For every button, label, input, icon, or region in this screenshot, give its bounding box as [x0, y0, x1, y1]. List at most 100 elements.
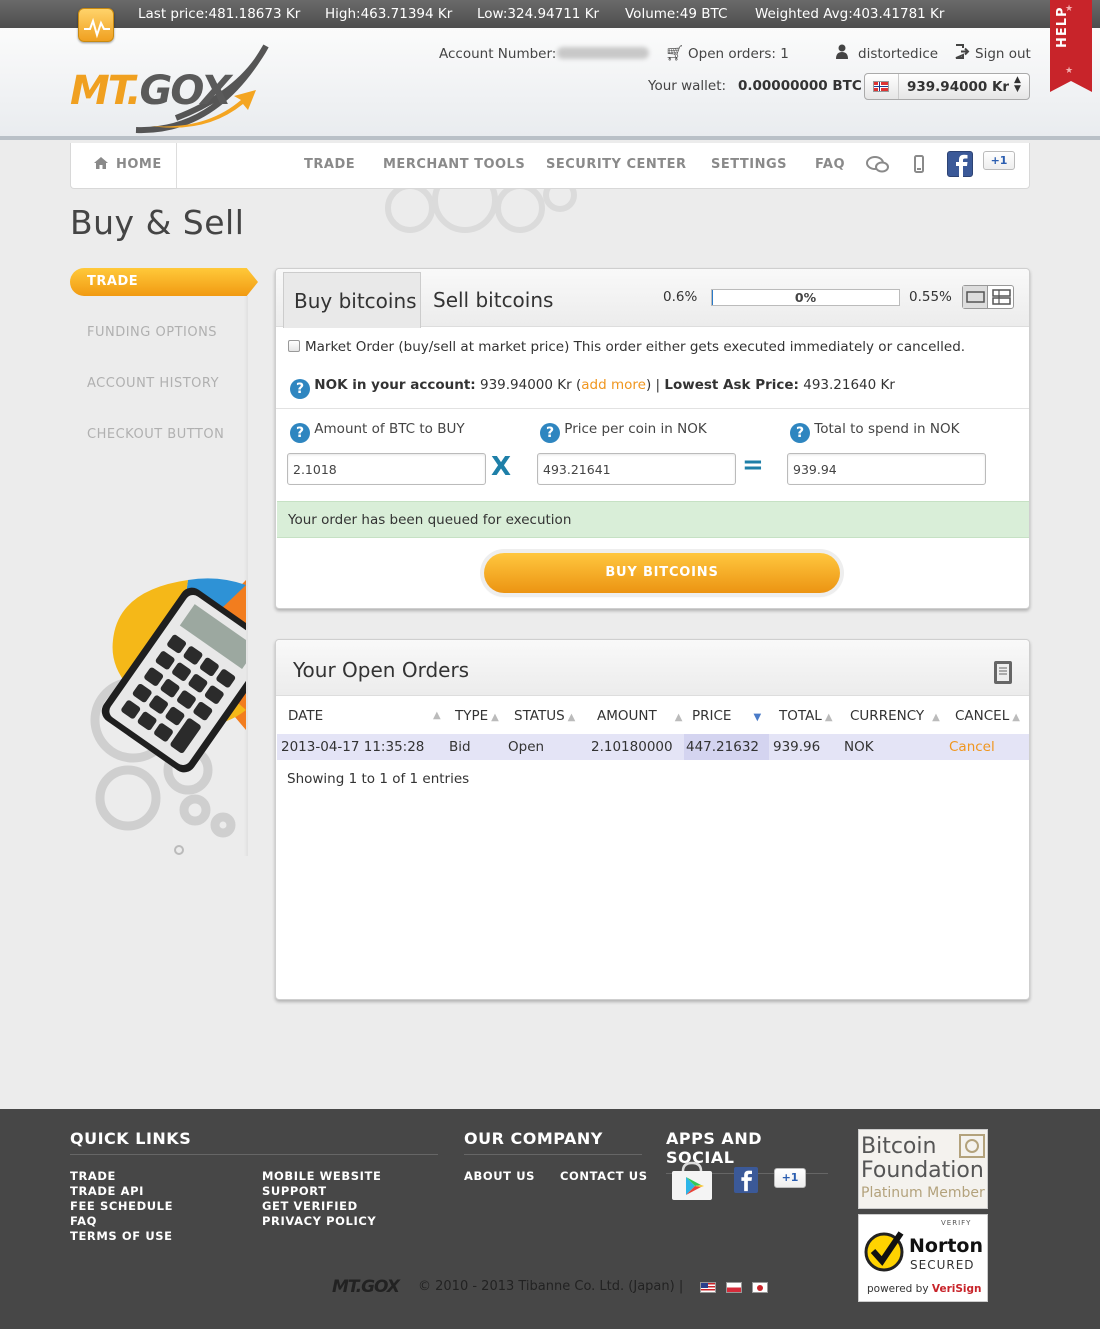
sign-out-icon [955, 44, 970, 59]
price-label: Price per coin in NOK [564, 421, 707, 437]
help-ribbon[interactable]: ★ HELP ★ [1050, 0, 1092, 92]
lowest-ask-label: Lowest Ask Price: [664, 377, 799, 393]
total-input[interactable]: 939.94 [787, 453, 986, 485]
sidebar-item-checkout-button[interactable]: CHECKOUT BUTTON [87, 427, 224, 442]
trade-panel: Buy bitcoins Sell bitcoins 0.6% 0% 0.55%… [275, 268, 1030, 609]
norway-flag-icon [873, 81, 889, 92]
nav-faq[interactable]: FAQ [815, 157, 845, 172]
help-question-icon[interactable]: ? [290, 379, 310, 399]
footer-link-faq[interactable]: FAQ [70, 1214, 97, 1229]
footer-link-fee-schedule[interactable]: FEE SCHEDULE [70, 1199, 173, 1214]
help-question-icon[interactable]: ? [790, 423, 810, 443]
order-amount: 2.10180000 [591, 739, 673, 755]
column-header-price[interactable]: PRICE ▼ [692, 708, 761, 724]
poland-flag-icon[interactable] [726, 1282, 742, 1293]
norton-checkmark-icon [863, 1231, 905, 1273]
single-layout-icon[interactable] [963, 286, 988, 308]
chat-icon[interactable] [866, 156, 890, 174]
ticker-low: Low:324.94711 Kr [477, 6, 600, 22]
fee-progress-label: 0% [794, 290, 817, 305]
main-nav: HOME TRADE MERCHANT TOOLS SECURITY CENTE… [70, 143, 1030, 189]
username-link[interactable]: distortedice [858, 46, 938, 62]
column-header-total[interactable]: TOTAL ▲ [779, 708, 833, 724]
order-currency: NOK [844, 739, 874, 755]
column-header-date[interactable]: DATE ▲ [288, 708, 441, 724]
layout-toggle[interactable] [962, 285, 1014, 309]
tab-sell-bitcoins[interactable]: Sell bitcoins [433, 288, 553, 312]
order-price: 447.21632 [686, 739, 760, 755]
bitcoin-foundation-badge[interactable]: Bitcoin Foundation Platinum Member [858, 1129, 988, 1209]
ticker-last-price: Last price:481.18673 Kr [138, 6, 301, 22]
footer-logo: MT.GOX [332, 1277, 400, 1297]
column-header-cancel[interactable]: CANCEL ▲ [955, 708, 1020, 724]
fee-progress-bar: 0% [711, 289, 900, 306]
document-icon[interactable] [992, 660, 1014, 685]
nav-settings[interactable]: SETTINGS [711, 157, 787, 172]
sort-icon: ▲ [567, 712, 576, 723]
chart-icon[interactable] [78, 8, 114, 42]
total-label-group: ? Total to spend in NOK [790, 421, 959, 443]
footer-link-trade-api[interactable]: TRADE API [70, 1184, 144, 1199]
column-header-currency[interactable]: CURRENCY ▲ [850, 708, 940, 724]
nav-merchant-tools[interactable]: MERCHANT TOOLS [383, 157, 525, 172]
footer-link-support[interactable]: SUPPORT [262, 1184, 327, 1199]
facebook-icon[interactable] [947, 151, 973, 177]
market-order-checkbox[interactable] [288, 340, 300, 352]
google-play-icon[interactable] [670, 1161, 714, 1201]
add-more-link[interactable]: add more [581, 377, 646, 393]
mtgox-logo[interactable]: MT.GOX [66, 38, 276, 138]
help-question-icon[interactable]: ? [540, 423, 560, 443]
buy-bitcoins-button[interactable]: BUY BITCOINS [484, 553, 840, 593]
price-input[interactable]: 493.21641 [537, 453, 736, 485]
us-flag-icon[interactable] [700, 1282, 716, 1293]
sidebar-item-trade[interactable]: TRADE [70, 268, 258, 296]
norton-secured-badge[interactable]: VERIFY Norton SECURED powered by VeriSig… [858, 1214, 988, 1302]
footer-link-mobile-website[interactable]: MOBILE WEBSITE [262, 1169, 381, 1184]
balance-value: 939.94000 Kr ( [479, 377, 582, 393]
footer-link-trade[interactable]: TRADE [70, 1169, 116, 1184]
split-layout-icon[interactable] [989, 286, 1014, 308]
footer-link-privacy-policy[interactable]: PRIVACY POLICY [262, 1214, 376, 1229]
wallet-currency-select[interactable]: 939.94000 Kr ▲ ▼ [864, 73, 1030, 100]
wallet-label: Your wallet: [648, 78, 727, 94]
sidebar-item-funding-options[interactable]: FUNDING OPTIONS [87, 325, 217, 340]
table-info: Showing 1 to 1 of 1 entries [287, 771, 470, 787]
nav-trade[interactable]: TRADE [304, 157, 355, 172]
footer-quick-links-title: QUICK LINKS [70, 1129, 438, 1155]
sort-icon: ▲ [1012, 712, 1020, 723]
sort-icon: ▲ [491, 712, 499, 723]
google-plus-one-button[interactable]: +1 [774, 1168, 806, 1188]
column-header-status[interactable]: STATUS ▲ [514, 708, 575, 724]
open-orders-link[interactable]: Open orders: 1 [688, 46, 789, 62]
foundation-seal-icon [959, 1134, 985, 1158]
sign-out-link[interactable]: Sign out [975, 46, 1031, 62]
google-plus-one-button[interactable]: +1 [983, 151, 1015, 170]
amount-label-group: ? Amount of BTC to BUY [290, 421, 465, 443]
basket-icon: 🛒︎ [665, 44, 685, 62]
column-header-type[interactable]: TYPE ▲ [455, 708, 499, 724]
column-header-amount[interactable]: AMOUNT ▲ [597, 708, 682, 724]
site-footer: QUICK LINKS TRADE TRADE API FEE SCHEDULE… [0, 1109, 1100, 1329]
help-question-icon[interactable]: ? [290, 423, 310, 443]
nav-home-label: HOME [116, 157, 162, 172]
nav-security-center[interactable]: SECURITY CENTER [546, 157, 687, 172]
footer-link-contact-us[interactable]: CONTACT US [560, 1169, 648, 1184]
open-orders-title: Your Open Orders [293, 658, 470, 682]
amount-input[interactable]: 2.1018 [287, 453, 486, 485]
nav-home[interactable]: HOME [71, 143, 177, 188]
ticker-weighted-avg: Weighted Avg:403.41781 Kr [755, 6, 945, 22]
sidebar-item-account-history[interactable]: ACCOUNT HISTORY [87, 376, 219, 391]
tab-buy-bitcoins[interactable]: Buy bitcoins [283, 272, 421, 328]
wallet-currency-value: 939.94000 Kr [907, 79, 1010, 95]
price-label-group: ? Price per coin in NOK [540, 421, 707, 443]
cancel-order-link[interactable]: Cancel [949, 739, 995, 755]
footer-link-terms[interactable]: TERMS OF USE [70, 1229, 173, 1244]
mobile-icon[interactable] [914, 155, 924, 173]
footer-link-about-us[interactable]: ABOUT US [464, 1169, 535, 1184]
market-order-label: Market Order (buy/sell at market price) … [305, 339, 966, 355]
footer-link-get-verified[interactable]: GET VERIFIED [262, 1199, 358, 1214]
facebook-icon[interactable] [734, 1167, 758, 1193]
wallet-btc-balance: 0.00000000 BTC [738, 78, 862, 94]
total-label: Total to spend in NOK [814, 421, 960, 437]
japan-flag-icon[interactable] [752, 1282, 768, 1293]
